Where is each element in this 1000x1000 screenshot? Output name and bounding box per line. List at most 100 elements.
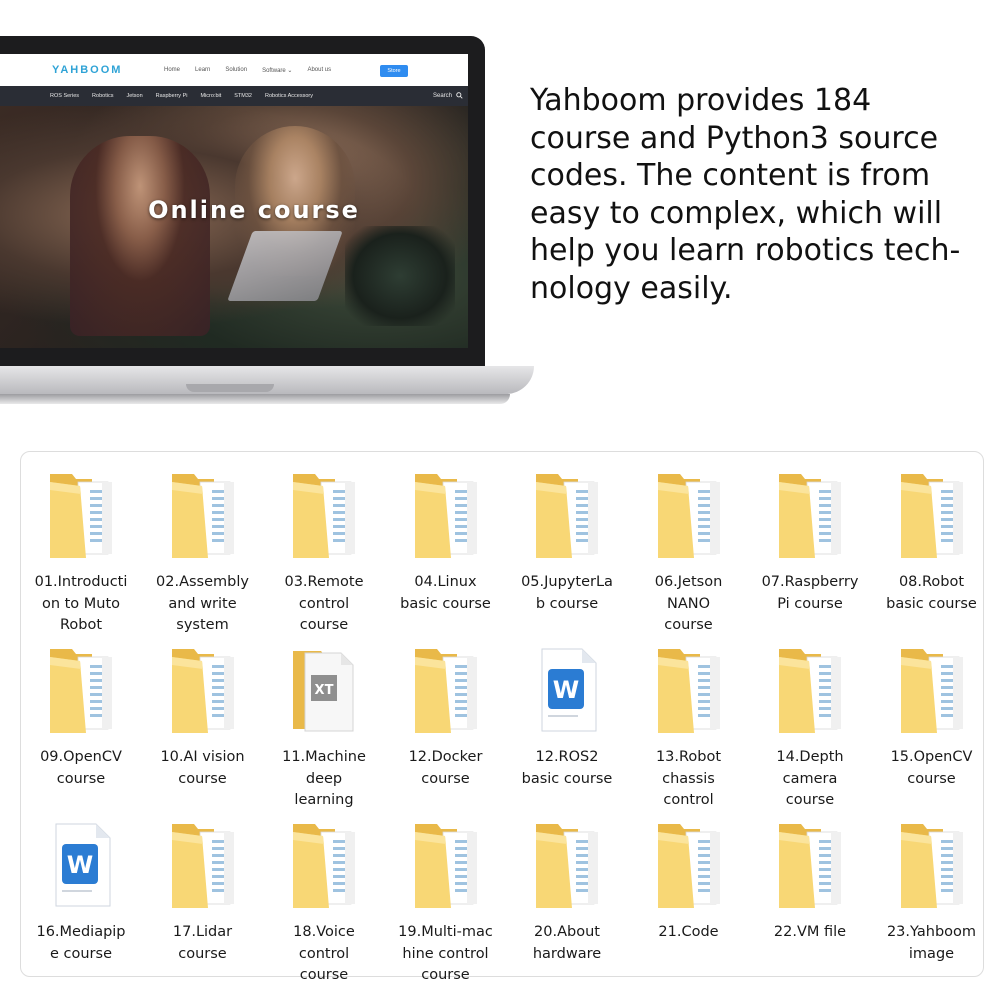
course-icon: W [534, 645, 600, 733]
course-label: 01.Introducti on to Muto Robot [34, 574, 128, 633]
subnav-ros-series[interactable]: ROS Series [50, 93, 79, 99]
course-icon [413, 470, 479, 558]
site-nav: Home Learn Solution Software ⌄ About us [164, 67, 331, 74]
course-icon [413, 820, 479, 908]
description-line: Yahboom provides 184 [530, 83, 872, 118]
course-label: 18.Voice control course [293, 924, 355, 983]
nav-solution[interactable]: Solution [225, 67, 247, 74]
subnav-raspberry-pi[interactable]: Raspberry Pi [156, 93, 188, 99]
store-button[interactable]: Store [380, 65, 408, 77]
course-label: 09.OpenCV course [40, 749, 122, 787]
description-line: nology easily. [530, 270, 733, 306]
folder-icon [900, 474, 963, 558]
folder-icon [171, 474, 234, 558]
course-label: 12.Docker course [408, 749, 483, 787]
site-logo[interactable]: YAHBOOM [52, 64, 122, 76]
course-icon [534, 470, 600, 558]
folder-icon [657, 649, 720, 733]
folder-icon [171, 649, 234, 733]
svg-text:W: W [67, 851, 93, 879]
folder-icon [779, 649, 841, 733]
course-label: 17.Lidar course [172, 924, 233, 962]
nav-home[interactable]: Home [164, 67, 180, 74]
course-icon [777, 645, 843, 733]
nav-software[interactable]: Software ⌄ [262, 67, 292, 74]
word-doc-icon: W [55, 823, 111, 907]
course-icon [48, 645, 114, 733]
course-label: 22.VM file [773, 924, 847, 940]
course-icon [170, 820, 236, 908]
course-label: 02.Assembly and write system [156, 574, 249, 633]
folder-icon [536, 824, 598, 908]
course-icon [777, 820, 843, 908]
folder-icon [900, 649, 963, 733]
laptop-base-shadow [0, 394, 510, 404]
course-label: 07.Raspberry Pi course [761, 574, 859, 612]
course-label: 21.Code [658, 924, 719, 940]
search-link[interactable]: Search [433, 92, 463, 99]
folder-icon [293, 474, 355, 558]
search-icon [455, 92, 463, 99]
course-icon [170, 645, 236, 733]
course-label: 19.Multi-mac hine control course [398, 924, 493, 983]
hero-banner [0, 106, 468, 348]
nav-about-us[interactable]: About us [307, 67, 331, 74]
hero-student-boy [70, 136, 210, 336]
subnav-stm32[interactable]: STM32 [234, 93, 252, 99]
course-label: 13.Robot chassis control [655, 749, 722, 808]
description-line: easy to complex, which will [530, 195, 943, 231]
description-text: Yahboom provides 184 course and Python3 … [530, 82, 990, 307]
course-icon [170, 470, 236, 558]
course-icon [413, 645, 479, 733]
subnav-robotics-accessory[interactable]: Robotics Accessory [265, 93, 313, 99]
folder-icon [50, 474, 112, 558]
course-label: 10.AI vision course [160, 749, 245, 787]
course-label: 11.Machine deep learning [282, 749, 366, 808]
site-subnav: ROS Series Robotics Jetson Raspberry Pi … [0, 86, 468, 106]
folder-icon [657, 824, 720, 908]
course-icon [656, 645, 722, 733]
course-label: 05.JupyterLa b course [521, 574, 613, 612]
description-line: help you learn robotics tech- [530, 233, 961, 268]
course-label: 16.Mediapip e course [36, 924, 126, 962]
course-label: 06.Jetson NANO course [654, 574, 723, 633]
description-line: codes. The content is from [530, 158, 931, 193]
course-icon [48, 470, 114, 558]
course-label: 14.Depth camera course [776, 749, 844, 808]
hero-title: Online course [148, 196, 360, 224]
subnav-microbit[interactable]: Micro:bit [200, 93, 221, 99]
folder-icon [657, 474, 720, 558]
course-label: 12.ROS2 basic course [521, 749, 613, 787]
search-label: Search [433, 93, 453, 100]
course-file-panel: 01.Introducti on to Muto Robot 02.Assemb… [20, 451, 984, 983]
folder-icon [414, 824, 477, 908]
course-label: 08.Robot basic course [886, 574, 977, 612]
course-icon [291, 470, 357, 558]
folder-icon [779, 474, 841, 558]
course-label: 04.Linux basic course [400, 574, 491, 612]
folder-icon [900, 824, 963, 908]
subnav-robotics[interactable]: Robotics [92, 93, 113, 99]
course-icon: XT [291, 645, 357, 733]
course-icon [656, 820, 722, 908]
folder-icon [414, 474, 477, 558]
site-header: YAHBOOM Home Learn Solution Software ⌄ A… [0, 54, 468, 86]
course-icon [899, 820, 965, 908]
folder-icon [171, 824, 234, 908]
word-doc-icon: W [541, 648, 597, 732]
folder-icon [779, 824, 841, 908]
subnav-jetson[interactable]: Jetson [126, 93, 142, 99]
course-icon [899, 470, 965, 558]
hero-robot [345, 226, 455, 326]
nav-learn[interactable]: Learn [195, 67, 210, 74]
course-icon [899, 645, 965, 733]
course-icon [291, 820, 357, 908]
course-icon [534, 820, 600, 908]
course-label: 15.OpenCV course [890, 749, 973, 787]
course-icon [656, 470, 722, 558]
course-label: 20.About hardware [532, 924, 602, 962]
course-label: 03.Remote control course [284, 574, 364, 633]
folder-icon [50, 649, 112, 733]
folder-icon [414, 649, 477, 733]
course-label: 23.Yahboom image [886, 924, 977, 962]
